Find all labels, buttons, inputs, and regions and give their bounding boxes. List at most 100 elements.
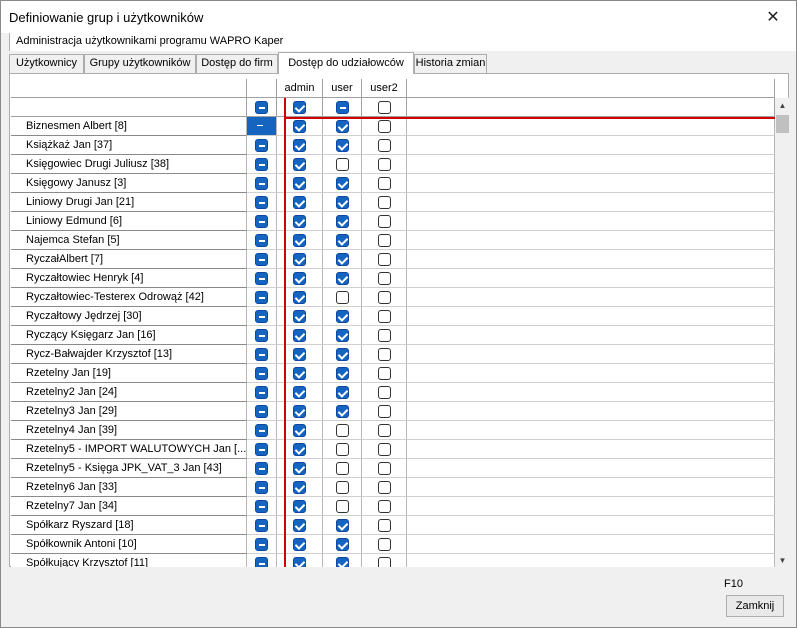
close-window-button[interactable]: ✕	[750, 1, 796, 33]
checkbox-user2[interactable]	[378, 538, 391, 551]
cell-user[interactable]	[323, 250, 362, 269]
cell-user2[interactable]	[362, 269, 407, 288]
user-name-cell[interactable]: Rycz-Bałwajder Krzysztof [13]	[11, 345, 247, 364]
cell-user[interactable]	[323, 459, 362, 478]
cell-user[interactable]	[323, 478, 362, 497]
checkbox-all[interactable]	[255, 158, 268, 171]
cell-user2[interactable]	[362, 421, 407, 440]
cell-user2[interactable]	[362, 250, 407, 269]
checkbox-user[interactable]	[336, 196, 349, 209]
tab-2[interactable]: Grupy użytkowników	[84, 54, 196, 73]
checkbox-user[interactable]	[336, 500, 349, 513]
cell-all[interactable]	[247, 231, 277, 250]
checkbox-user[interactable]	[336, 158, 349, 171]
checkbox-user[interactable]	[336, 215, 349, 228]
vertical-scrollbar[interactable]: ▲ ▼	[775, 98, 790, 567]
user-name-cell[interactable]: Biznesmen Albert [8]	[11, 117, 247, 136]
user-name-cell[interactable]: Spółkarz Ryszard [18]	[11, 516, 247, 535]
checkbox-user2[interactable]	[378, 405, 391, 418]
user-name-cell[interactable]: Spółkujący Krzysztof [11]	[11, 554, 247, 567]
cell-user2[interactable]	[362, 174, 407, 193]
user-name-cell[interactable]: Rzetelny4 Jan [39]	[11, 421, 247, 440]
cell-all[interactable]	[247, 326, 277, 345]
column-header-user2[interactable]: user2	[362, 79, 407, 98]
table-row[interactable]: Rzetelny5 - Księga JPK_VAT_3 Jan [43]	[11, 459, 775, 478]
user-name-cell[interactable]: Ryczałtowy Jędrzej [30]	[11, 307, 247, 326]
user-name-cell[interactable]: Księgowiec Drugi Juliusz [38]	[11, 155, 247, 174]
checkbox-admin[interactable]	[293, 500, 306, 513]
cell-user[interactable]	[323, 307, 362, 326]
checkbox-user[interactable]	[336, 519, 349, 532]
checkbox-all[interactable]	[255, 253, 268, 266]
checkbox-user2[interactable]	[378, 443, 391, 456]
checkbox-user[interactable]	[336, 177, 349, 190]
checkbox-all[interactable]	[255, 519, 268, 532]
checkbox-admin[interactable]	[293, 253, 306, 266]
user-name-cell[interactable]: Ryczący Księgarz Jan [16]	[11, 326, 247, 345]
user-name-cell[interactable]: RyczałAlbert [7]	[11, 250, 247, 269]
table-row[interactable]: Biznesmen Albert [8]	[11, 117, 775, 136]
cell-user[interactable]	[323, 497, 362, 516]
checkbox-all[interactable]	[255, 500, 268, 513]
cell-user[interactable]	[323, 383, 362, 402]
checkbox-admin[interactable]	[293, 272, 306, 285]
cell-all[interactable]	[247, 516, 277, 535]
checkbox-admin[interactable]	[293, 462, 306, 475]
user-name-cell[interactable]: Ryczałtowiec-Testerex Odrowąż [42]	[11, 288, 247, 307]
cell-user2[interactable]	[362, 231, 407, 250]
checkbox-user2[interactable]	[378, 348, 391, 361]
checkbox-all[interactable]	[255, 291, 268, 304]
cell-all[interactable]	[247, 212, 277, 231]
user-name-cell[interactable]: Ryczałtowiec Henryk [4]	[11, 269, 247, 288]
cell-user2[interactable]	[362, 383, 407, 402]
checkbox-user2[interactable]	[378, 253, 391, 266]
checkbox-admin[interactable]	[293, 310, 306, 323]
checkbox-admin[interactable]	[293, 519, 306, 532]
checkbox-admin[interactable]	[293, 481, 306, 494]
cell-all[interactable]	[247, 402, 277, 421]
checkbox-user2[interactable]	[378, 310, 391, 323]
checkbox-all[interactable]	[255, 139, 268, 152]
checkbox-user[interactable]	[336, 234, 349, 247]
cell-user[interactable]	[323, 193, 362, 212]
table-row[interactable]: Spółkownik Antoni [10]	[11, 535, 775, 554]
cell-user[interactable]	[323, 345, 362, 364]
cell-all[interactable]	[247, 193, 277, 212]
checkbox-user[interactable]	[336, 367, 349, 380]
cell-user2[interactable]	[362, 554, 407, 567]
checkbox-user2[interactable]	[378, 329, 391, 342]
filter-checkbox-user[interactable]	[336, 101, 349, 114]
cell-user[interactable]	[323, 364, 362, 383]
cell-all[interactable]	[247, 155, 277, 174]
checkbox-all[interactable]	[255, 177, 268, 190]
checkbox-user2[interactable]	[378, 500, 391, 513]
table-row[interactable]: Rycz-Bałwajder Krzysztof [13]	[11, 345, 775, 364]
checkbox-user[interactable]	[336, 329, 349, 342]
cell-all[interactable]	[247, 554, 277, 567]
checkbox-admin[interactable]	[293, 158, 306, 171]
table-row[interactable]: Najemca Stefan [5]	[11, 231, 775, 250]
checkbox-all[interactable]	[255, 443, 268, 456]
cell-all[interactable]	[247, 345, 277, 364]
user-name-cell[interactable]: Najemca Stefan [5]	[11, 231, 247, 250]
table-row[interactable]: Ryczałtowy Jędrzej [30]	[11, 307, 775, 326]
cell-all[interactable]	[247, 269, 277, 288]
checkbox-all[interactable]	[255, 481, 268, 494]
table-row[interactable]: Rzetelny4 Jan [39]	[11, 421, 775, 440]
table-row[interactable]: Księgowiec Drugi Juliusz [38]	[11, 155, 775, 174]
cell-user2[interactable]	[362, 440, 407, 459]
cell-user[interactable]	[323, 136, 362, 155]
cell-user[interactable]	[323, 516, 362, 535]
user-name-cell[interactable]: Liniowy Drugi Jan [21]	[11, 193, 247, 212]
checkbox-all[interactable]	[255, 557, 268, 567]
checkbox-user2[interactable]	[378, 557, 391, 567]
checkbox-admin[interactable]	[293, 424, 306, 437]
cell-user[interactable]	[323, 535, 362, 554]
cell-all[interactable]	[247, 364, 277, 383]
scroll-thumb[interactable]	[776, 115, 789, 133]
column-header-admin[interactable]: admin	[277, 79, 323, 98]
cell-all[interactable]	[247, 174, 277, 193]
tab-3[interactable]: Dostęp do firm	[196, 54, 278, 73]
user-name-cell[interactable]: Rzetelny6 Jan [33]	[11, 478, 247, 497]
filter-checkbox-all[interactable]	[255, 101, 268, 114]
